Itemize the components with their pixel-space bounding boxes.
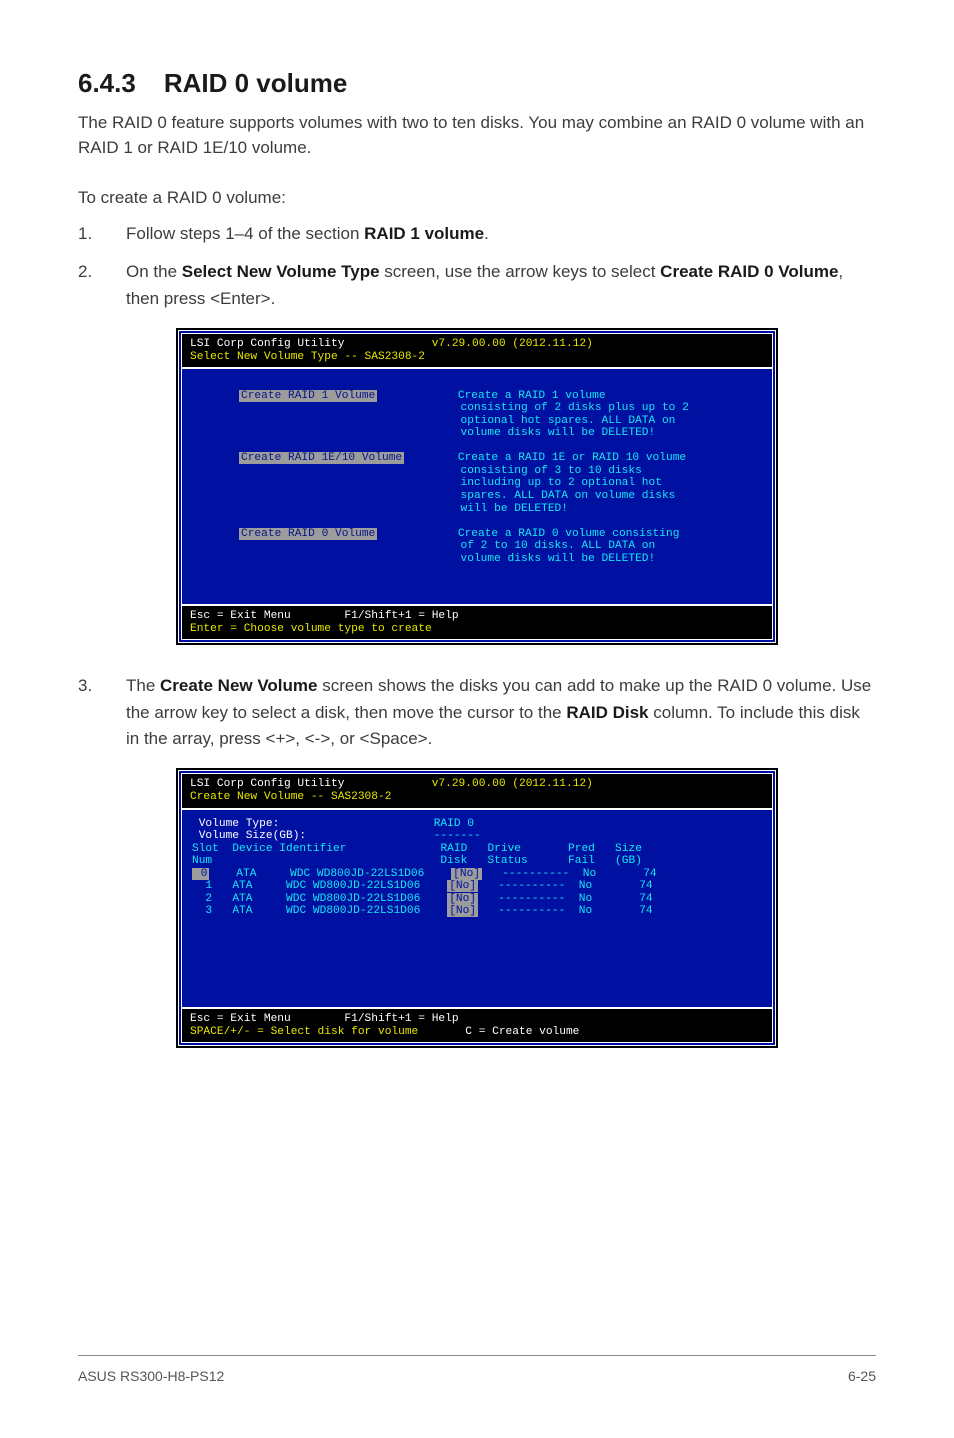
bios2-th-dev: Device Identifier: [232, 843, 346, 855]
bios2-row-1-vendor: ATA: [232, 880, 252, 892]
lead-paragraph: To create a RAID 0 volume:: [78, 186, 876, 211]
bios1-option-raid1[interactable]: Create RAID 1 Volume: [239, 390, 377, 402]
bios2-row-1-size: 74: [639, 880, 652, 892]
bios2-body: Volume Type: RAID 0 Volume Size(GB): ---…: [182, 810, 772, 1008]
bios2-row-2-raid[interactable]: [No]: [447, 893, 478, 905]
step-2-bold-a: Select New Volume Type: [182, 262, 380, 281]
bios2-th-status: Status: [487, 855, 527, 867]
step-1-text-b: .: [484, 224, 489, 243]
bios1-title: LSI Corp Config Utility: [190, 338, 344, 350]
bios1-option-raid0[interactable]: Create RAID 0 Volume: [239, 528, 377, 540]
section-title-text: RAID 0 volume: [164, 68, 348, 98]
bios2-footer-l1: Esc = Exit Menu F1/Shift+1 = Help: [190, 1013, 459, 1025]
bios1-subtitle: Select New Volume Type -- SAS2308-2: [190, 351, 425, 363]
bios2-volume-size-value: -------: [434, 830, 481, 842]
bios2-row-0-model: WDC WD800JD-22LS1D06: [290, 868, 424, 880]
bios2-row-1-model: WDC WD800JD-22LS1D06: [286, 880, 420, 892]
bios2-th-disk: Disk: [440, 855, 467, 867]
bios2-row-0-raid[interactable]: [No]: [451, 868, 482, 880]
bios-create-new-volume: LSI Corp Config Utility v7.29.00.00 (201…: [178, 770, 776, 1046]
step-2-bold-b: Create RAID 0 Volume: [660, 262, 838, 281]
step-1-text-a: Follow steps 1–4 of the section: [126, 224, 364, 243]
bios2-title: LSI Corp Config Utility: [190, 778, 344, 790]
bios2-footer: Esc = Exit Menu F1/Shift+1 = Help SPACE/…: [182, 1007, 772, 1042]
bios2-th-gb: (GB): [615, 855, 642, 867]
bios1-footer: Esc = Exit Menu F1/Shift+1 = Help Enter …: [182, 604, 772, 639]
bios2-subtitle: Create New Volume -- SAS2308-2: [190, 791, 391, 803]
step-number: 3.: [78, 673, 98, 752]
bios2-row-0-status: ----------: [502, 868, 569, 880]
bios2-th-num: Num: [192, 855, 212, 867]
bios2-th-pred: Pred: [568, 843, 595, 855]
bios2-row-0-pred: No: [583, 868, 596, 880]
bios1-option-raid1e10[interactable]: Create RAID 1E/10 Volume: [239, 452, 404, 464]
bios1-body: Create RAID 1 Volume Create a RAID 1 vol…: [182, 369, 772, 604]
step-2-text-b: screen, use the arrow keys to select: [380, 262, 661, 281]
step-1-bold: RAID 1 volume: [364, 224, 484, 243]
step-number: 1.: [78, 221, 98, 247]
bios2-row-1-status: ----------: [498, 880, 565, 892]
bios2-row-2-vendor: ATA: [232, 893, 252, 905]
bios2-volume-type-label: Volume Type:: [199, 818, 280, 830]
step-2-text-a: On the: [126, 262, 182, 281]
bios1-footer-l2: Enter = Choose volume type to create: [190, 623, 432, 635]
bios1-header: LSI Corp Config Utility v7.29.00.00 (201…: [182, 334, 772, 369]
bios2-footer-l2a: SPACE/+/- = Select disk for volume: [190, 1026, 418, 1038]
bios2-row-3-raid[interactable]: [No]: [447, 905, 478, 917]
footer-product: ASUS RS300-H8-PS12: [78, 1368, 224, 1384]
step-3: 3. The Create New Volume screen shows th…: [78, 673, 876, 752]
intro-paragraph: The RAID 0 feature supports volumes with…: [78, 111, 876, 160]
bios2-row-3-vendor: ATA: [232, 905, 252, 917]
bios2-th-slot: Slot: [192, 843, 219, 855]
step-1: 1. Follow steps 1–4 of the section RAID …: [78, 221, 876, 247]
bios2-volume-size-label: Volume Size(GB):: [199, 830, 306, 842]
bios2-row-3-status: ----------: [498, 905, 565, 917]
bios2-row-0-vendor: ATA: [236, 868, 256, 880]
bios2-row-2-size: 74: [639, 893, 652, 905]
bios2-version: v7.29.00.00 (2012.11.12): [432, 778, 593, 790]
bios2-row-1-slot[interactable]: 1: [199, 880, 212, 892]
bios2-row-0-size: 74: [643, 868, 656, 880]
bios2-row-3-model: WDC WD800JD-22LS1D06: [286, 905, 420, 917]
bios2-volume-type-value: RAID 0: [434, 818, 474, 830]
step-3-text-a: The: [126, 676, 160, 695]
step-3-bold-a: Create New Volume: [160, 676, 317, 695]
bios2-th-raid: RAID: [440, 843, 467, 855]
footer-page-number: 6-25: [848, 1368, 876, 1384]
bios2-row-0-slot[interactable]: 0: [192, 868, 209, 880]
bios2-row-1-pred: No: [579, 880, 592, 892]
bios1-footer-l1: Esc = Exit Menu F1/Shift+1 = Help: [190, 610, 459, 622]
bios2-th-size: Size: [615, 843, 642, 855]
bios2-th-fail: Fail: [568, 855, 595, 867]
section-number: 6.4.3: [78, 68, 136, 98]
step-2: 2. On the Select New Volume Type screen,…: [78, 259, 876, 312]
bios2-row-1-raid[interactable]: [No]: [447, 880, 478, 892]
bios2-row-2-slot[interactable]: 2: [199, 893, 212, 905]
bios2-header: LSI Corp Config Utility v7.29.00.00 (201…: [182, 774, 772, 809]
bios2-row-2-pred: No: [579, 893, 592, 905]
bios2-row-2-model: WDC WD800JD-22LS1D06: [286, 893, 420, 905]
bios2-row-3-size: 74: [639, 905, 652, 917]
bios2-footer-l2b: C = Create volume: [465, 1026, 579, 1038]
section-heading: 6.4.3 RAID 0 volume: [78, 68, 876, 99]
bios2-th-drive: Drive: [487, 843, 521, 855]
step-number: 2.: [78, 259, 98, 312]
page-footer: ASUS RS300-H8-PS12 6-25: [78, 1355, 876, 1384]
bios-select-volume-type: LSI Corp Config Utility v7.29.00.00 (201…: [178, 330, 776, 643]
bios2-row-3-pred: No: [579, 905, 592, 917]
bios2-row-3-slot[interactable]: 3: [199, 905, 212, 917]
bios1-version: v7.29.00.00 (2012.11.12): [432, 338, 593, 350]
bios2-row-2-status: ----------: [498, 893, 565, 905]
step-3-bold-b: RAID Disk: [566, 703, 648, 722]
